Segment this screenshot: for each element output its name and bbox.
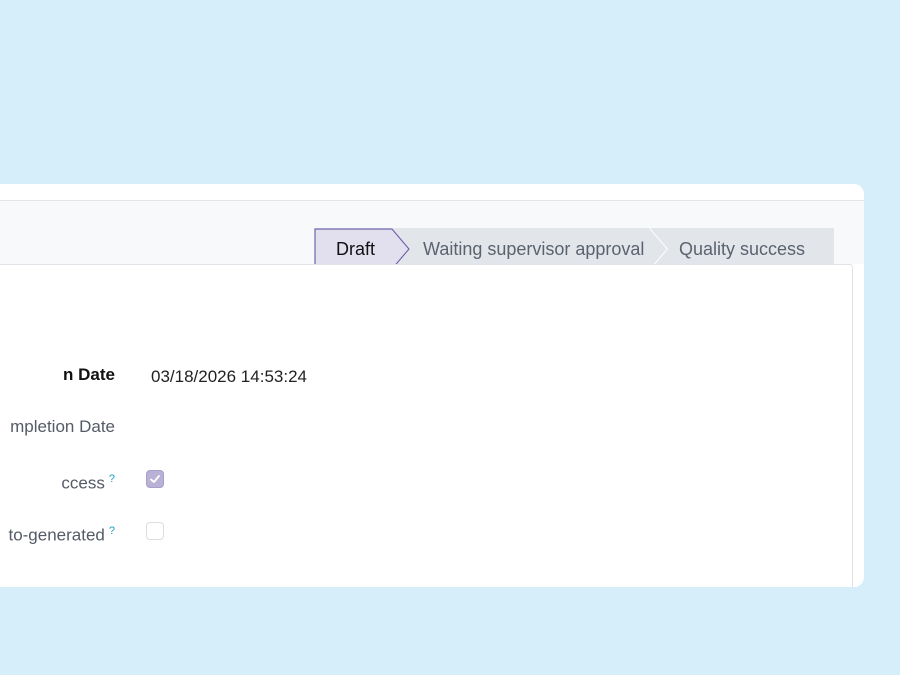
stage-waiting-label: Waiting supervisor approval bbox=[423, 239, 645, 259]
field-row-completion-date: mpletion Date bbox=[0, 412, 581, 442]
field-label-completion-date: mpletion Date bbox=[10, 417, 115, 436]
auto-generated-checkbox[interactable] bbox=[146, 522, 164, 540]
form-card: Draft Waiting supervisor approval Qualit… bbox=[0, 184, 864, 587]
field-label-date: n Date bbox=[63, 365, 115, 384]
status-bar: Draft Waiting supervisor approval Qualit… bbox=[0, 200, 864, 270]
field-row-success: ccess? bbox=[0, 464, 581, 494]
checkmark-icon bbox=[150, 475, 160, 483]
field-row-auto-generated: to-generated? bbox=[0, 516, 581, 546]
stage-draft-label: Draft bbox=[336, 239, 376, 259]
stage-quality-label: Quality success bbox=[679, 239, 806, 259]
help-icon[interactable]: ? bbox=[109, 525, 115, 537]
field-label-auto-generated: to-generated? bbox=[8, 525, 115, 545]
field-row-date: n Date 03/18/2026 14:53:24 bbox=[0, 360, 581, 390]
success-checkbox[interactable] bbox=[146, 470, 164, 488]
field-label-success: ccess? bbox=[61, 473, 115, 493]
form-sheet: n Date 03/18/2026 14:53:24 mpletion Date… bbox=[0, 264, 853, 587]
help-icon[interactable]: ? bbox=[109, 473, 115, 485]
field-value-date[interactable]: 03/18/2026 14:53:24 bbox=[151, 362, 307, 392]
